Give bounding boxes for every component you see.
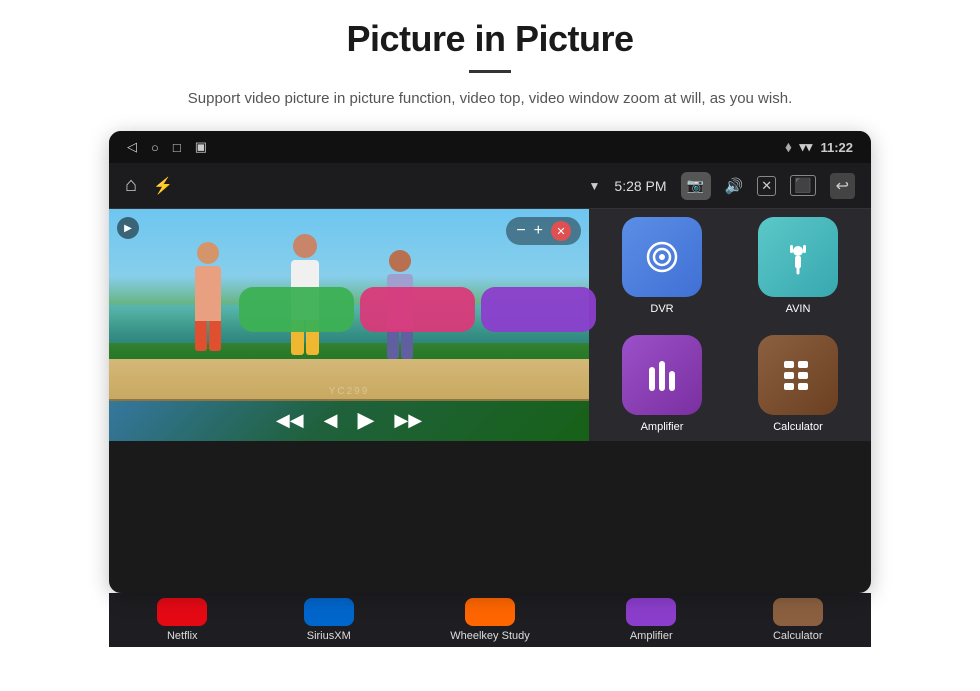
app-avin[interactable]: AVIN xyxy=(758,217,838,315)
pip-plus-button[interactable]: + xyxy=(534,222,543,240)
close-icon[interactable]: ✕ xyxy=(757,176,776,196)
netflix-bottom-label: Netflix xyxy=(167,630,198,642)
watermark: YC299 xyxy=(329,386,370,397)
bottom-amplifier[interactable]: Amplifier xyxy=(626,598,676,642)
home-nav-icon[interactable]: ○ xyxy=(151,140,159,155)
page-title: Picture in Picture xyxy=(346,18,633,60)
app-grid: DVR xyxy=(589,209,871,441)
back-nav-icon[interactable]: ◁ xyxy=(127,139,137,155)
bottom-app-labels: Netflix SiriusXM Wheelkey Study Amplifie… xyxy=(109,593,871,647)
screenshot-icon[interactable]: ▣ xyxy=(195,139,207,155)
record-icon: ▶ xyxy=(124,223,132,234)
back-icon[interactable]: ↩ xyxy=(830,173,855,199)
next-button[interactable]: ▶▶ xyxy=(394,410,422,431)
amplifier-bottom-label: Amplifier xyxy=(630,630,673,642)
app-row-2: Amplifier xyxy=(599,335,861,433)
amplifier-icon xyxy=(622,335,702,415)
netflix-partial[interactable] xyxy=(239,287,354,332)
status-bar: ◁ ○ □ ▣ ⬧ ▾▾ 11:22 xyxy=(109,131,871,163)
rewind-button[interactable]: ◀◀ xyxy=(276,410,304,431)
pip-minus-button[interactable]: − xyxy=(516,222,525,240)
pip-close-button[interactable]: ✕ xyxy=(551,221,571,241)
avin-label: AVIN xyxy=(786,303,811,315)
siriusxm-thumb xyxy=(304,598,354,626)
status-bar-left: ◁ ○ □ ▣ xyxy=(127,139,207,155)
bottom-wheelkey[interactable]: Wheelkey Study xyxy=(450,598,529,642)
app-calculator[interactable]: Calculator xyxy=(758,335,838,433)
video-controls[interactable]: ◀◀ ◀ ▶ ▶▶ xyxy=(109,399,589,441)
prev-button[interactable]: ◀ xyxy=(324,410,338,431)
status-time: 11:22 xyxy=(820,140,853,155)
home-icon[interactable]: ⌂ xyxy=(125,174,137,197)
bottom-siriusxm[interactable]: SiriusXM xyxy=(304,598,354,642)
calculator-label: Calculator xyxy=(773,421,823,433)
nav-left: ⌂ ⚡ xyxy=(125,174,173,197)
main-content: ▶ − + ✕ YC299 ◀◀ ◀ xyxy=(109,209,871,441)
camera-icon: 📷 xyxy=(687,177,704,194)
location-icon: ⬧ xyxy=(786,139,792,155)
app-dvr[interactable]: DVR xyxy=(622,217,702,315)
play-button[interactable]: ▶ xyxy=(357,407,374,433)
amplifier-svg xyxy=(640,353,684,397)
wheelkey-partial[interactable] xyxy=(481,287,596,332)
recents-nav-icon[interactable]: □ xyxy=(173,140,181,155)
person-figure-1 xyxy=(195,242,221,351)
usb-icon: ⚡ xyxy=(153,176,173,196)
bottom-netflix[interactable]: Netflix xyxy=(157,598,207,642)
bottom-calculator[interactable]: Calculator xyxy=(773,598,823,642)
wheelkey-bottom-label: Wheelkey Study xyxy=(450,630,529,642)
partial-top-apps xyxy=(239,287,596,332)
android-device: ◁ ○ □ ▣ ⬧ ▾▾ 11:22 ⌂ ⚡ ▼ xyxy=(109,131,871,593)
calculator-thumb xyxy=(773,598,823,626)
page-subtitle: Support video picture in picture functio… xyxy=(188,87,792,111)
volume-icon[interactable]: 🔊 xyxy=(725,177,744,195)
wifi-nav-icon: ▼ xyxy=(589,179,601,193)
avin-svg xyxy=(776,235,820,279)
pip-icon[interactable]: ⬛ xyxy=(790,175,815,196)
siriusxm-partial[interactable] xyxy=(360,287,475,332)
avin-icon xyxy=(758,217,838,297)
nav-right: ▼ 5:28 PM 📷 🔊 ✕ ⬛ ↩ xyxy=(589,172,855,200)
app-row-1: DVR xyxy=(599,217,861,315)
wheelkey-thumb xyxy=(465,598,515,626)
amplifier-thumb xyxy=(626,598,676,626)
pip-controls[interactable]: − + ✕ xyxy=(506,217,581,245)
netflix-thumb xyxy=(157,598,207,626)
status-bar-right: ⬧ ▾▾ 11:22 xyxy=(786,139,853,155)
amplifier-label: Amplifier xyxy=(641,421,684,433)
camera-button[interactable]: 📷 xyxy=(681,172,711,200)
nav-bar: ⌂ ⚡ ▼ 5:28 PM 📷 🔊 ✕ ⬛ ↩ xyxy=(109,163,871,209)
dvr-svg xyxy=(640,235,684,279)
dvr-icon xyxy=(622,217,702,297)
dvr-label: DVR xyxy=(650,303,673,315)
nav-time: 5:28 PM xyxy=(614,178,666,194)
siriusxm-bottom-label: SiriusXM xyxy=(307,630,351,642)
calculator-icon xyxy=(758,335,838,415)
calculator-svg xyxy=(776,353,820,397)
title-divider xyxy=(469,70,511,73)
pip-record-indicator: ▶ xyxy=(117,217,139,239)
device-mockup: ◁ ○ □ ▣ ⬧ ▾▾ 11:22 ⌂ ⚡ ▼ xyxy=(109,131,871,647)
app-amplifier[interactable]: Amplifier xyxy=(622,335,702,433)
video-section[interactable]: ▶ − + ✕ YC299 ◀◀ ◀ xyxy=(109,209,589,441)
wifi-icon: ▾▾ xyxy=(799,139,812,155)
calculator-bottom-label: Calculator xyxy=(773,630,823,642)
